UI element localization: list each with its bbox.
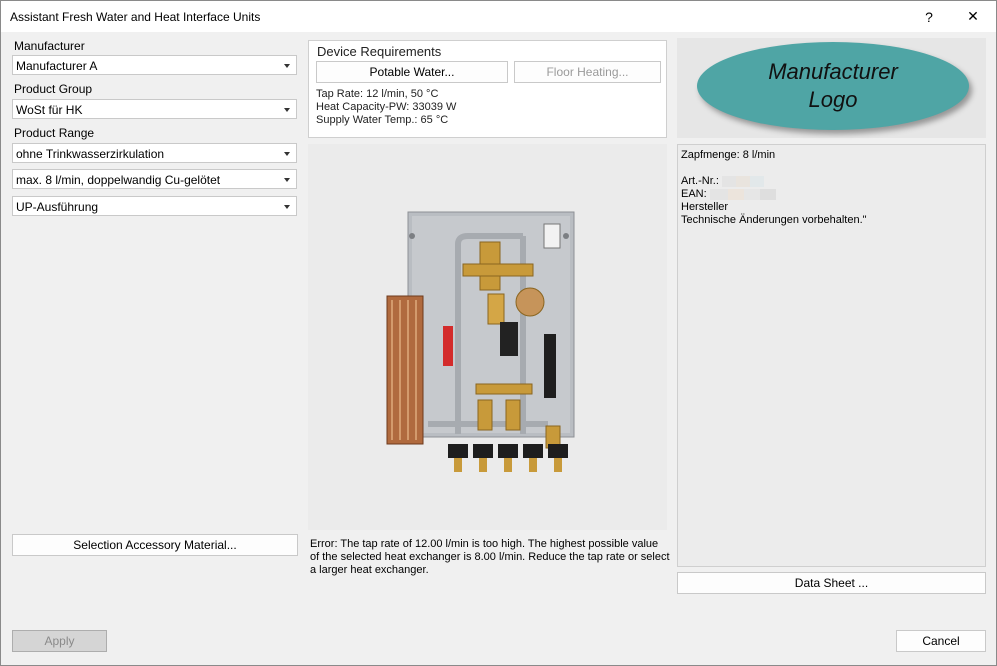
redacted-block	[743, 188, 760, 200]
chevron-down-icon	[284, 152, 290, 156]
redacted-block	[749, 175, 764, 187]
cancel-button[interactable]: Cancel	[896, 630, 986, 652]
window-title: Assistant Fresh Water and Heat Interface…	[10, 10, 261, 24]
chevron-down-icon	[284, 108, 290, 112]
ean-row: EAN:	[681, 188, 776, 200]
product-range-label: Product Range	[14, 126, 95, 140]
redacted-block	[759, 188, 776, 200]
chevron-down-icon	[284, 178, 290, 182]
tap-rate-text: Tap Rate: 12 l/min, 50 °C	[316, 88, 439, 100]
apply-button[interactable]: Apply	[12, 630, 107, 652]
dialog-window: Assistant Fresh Water and Heat Interface…	[0, 0, 997, 666]
close-icon: ✕	[967, 8, 979, 24]
hersteller-text: Hersteller	[681, 201, 729, 213]
product-group-value: WoSt für HK	[16, 103, 83, 117]
product-range-value-1: ohne Trinkwasserzirkulation	[16, 147, 165, 161]
error-message: Error: The tap rate of 12.00 l/min is to…	[310, 538, 670, 576]
close-button[interactable]: ✕	[951, 1, 995, 32]
zapfmenge-text: Zapfmenge: 8 l/min	[681, 149, 776, 161]
redacted-block	[735, 175, 750, 187]
supply-temp-text: Supply Water Temp.: 65 °C	[316, 114, 449, 126]
logo-area: Manufacturer Logo	[677, 38, 986, 138]
product-range-select-3[interactable]: UP-Ausführung	[12, 196, 297, 216]
product-range-value-2: max. 8 l/min, doppelwandig Cu-gelötet	[16, 173, 221, 187]
manufacturer-select[interactable]: Manufacturer A	[12, 55, 297, 75]
manufacturer-logo: Manufacturer Logo	[697, 42, 969, 130]
logo-line-2: Logo	[808, 87, 858, 112]
art-nr-label: Art.-Nr.:	[681, 175, 719, 187]
device-requirements-panel: Device Requirements Potable Water... Flo…	[308, 40, 667, 138]
logo-line-1: Manufacturer	[768, 59, 898, 84]
art-nr-row: Art.-Nr.:	[681, 175, 764, 187]
potable-water-button[interactable]: Potable Water...	[316, 61, 508, 83]
help-button[interactable]: ?	[907, 1, 951, 32]
redacted-block	[721, 175, 736, 187]
manufacturer-label: Manufacturer	[14, 39, 85, 53]
device-requirements-title: Device Requirements	[317, 44, 442, 59]
product-range-value-3: UP-Ausführung	[16, 200, 99, 214]
title-bar: Assistant Fresh Water and Heat Interface…	[1, 1, 996, 32]
product-info-panel: Zapfmenge: 8 l/min Art.-Nr.: EAN: Herste…	[677, 144, 986, 567]
product-image	[386, 211, 575, 472]
product-image-panel	[308, 144, 667, 530]
technische-text: Technische Änderungen vorbehalten."	[681, 214, 867, 226]
redacted-block	[727, 188, 744, 200]
selection-accessory-button[interactable]: Selection Accessory Material...	[12, 534, 298, 556]
product-range-select-2[interactable]: max. 8 l/min, doppelwandig Cu-gelötet	[12, 169, 297, 189]
product-range-select-1[interactable]: ohne Trinkwasserzirkulation	[12, 143, 297, 163]
ean-label: EAN:	[681, 188, 707, 200]
heat-capacity-text: Heat Capacity-PW: 33039 W	[316, 101, 457, 113]
chevron-down-icon	[284, 205, 290, 209]
product-group-label: Product Group	[14, 82, 93, 96]
manufacturer-value: Manufacturer A	[16, 59, 98, 73]
help-icon: ?	[925, 8, 933, 25]
chevron-down-icon	[284, 64, 290, 68]
product-group-select[interactable]: WoSt für HK	[12, 99, 297, 119]
redacted-block	[709, 188, 728, 200]
data-sheet-button[interactable]: Data Sheet ...	[677, 572, 986, 594]
floor-heating-button[interactable]: Floor Heating...	[514, 61, 661, 83]
